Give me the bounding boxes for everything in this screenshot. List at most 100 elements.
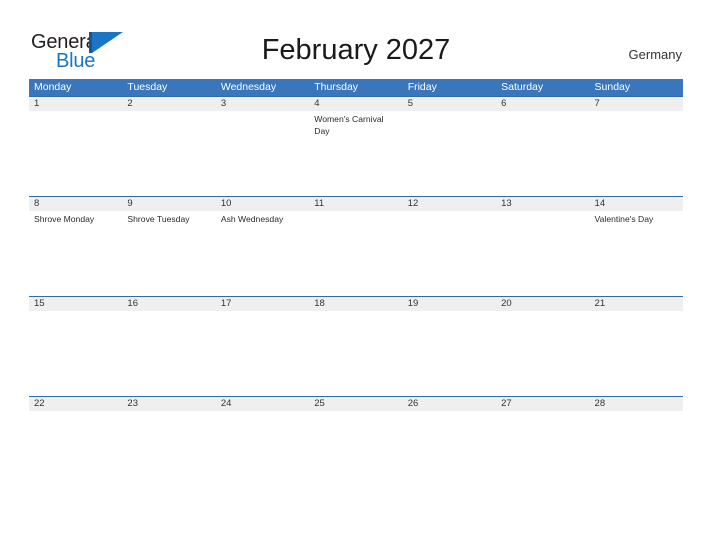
calendar-day-cell[interactable]: 2 — [122, 97, 215, 137]
day-events — [595, 111, 683, 114]
day-events — [501, 311, 589, 314]
day-events — [221, 111, 309, 114]
calendar-day-cell[interactable]: 12 — [403, 197, 496, 226]
page-header: General Blue February 2027 Germany — [0, 0, 712, 78]
day-number: 15 — [34, 298, 45, 309]
calendar-day-cell[interactable]: 15 — [29, 297, 122, 314]
day-events — [501, 411, 589, 414]
day-number: 27 — [501, 398, 512, 409]
day-events — [34, 311, 122, 314]
calendar-day-cell[interactable]: 3 — [216, 97, 309, 137]
day-number: 14 — [594, 198, 606, 209]
day-number: 9 — [127, 198, 133, 209]
calendar-day-cell[interactable]: 28 — [590, 397, 683, 414]
calendar-day-cell[interactable]: 6 — [496, 97, 589, 137]
holiday-label: Shrove Monday — [34, 214, 95, 224]
calendar-day-cell[interactable]: 7 — [590, 97, 683, 137]
weekday-header-saturday: Saturday — [501, 81, 544, 93]
day-events — [314, 311, 402, 314]
calendar-day-cell[interactable]: 25 — [309, 397, 402, 414]
calendar-day-cell[interactable]: 19 — [403, 297, 496, 314]
calendar-weeks: 1 2 3 4 Women's Carnival Day 5 6 7 8 Shrove Monda… — [29, 96, 683, 492]
day-number: 20 — [501, 298, 512, 309]
calendar-day-cell[interactable]: 8 Shrove Monday — [29, 197, 122, 226]
weekday-header-monday: Monday — [34, 81, 72, 93]
day-events: Ash Wednesday — [221, 211, 309, 226]
day-events — [595, 311, 683, 314]
calendar-day-cell[interactable]: 23 — [122, 397, 215, 414]
day-number: 8 — [34, 198, 40, 209]
day-number: 3 — [220, 98, 227, 109]
calendar-day-cell[interactable]: 11 — [309, 197, 402, 226]
calendar-day-cell[interactable]: 20 — [496, 297, 589, 314]
weekday-header-friday: Friday — [407, 81, 437, 93]
day-events — [408, 211, 496, 214]
day-events — [595, 411, 683, 414]
day-events — [221, 411, 309, 414]
week-days: 1 2 3 4 Women's Carnival Day 5 6 7 — [29, 97, 683, 137]
weekday-header-row: Monday Tuesday Wednesday Thursday Friday Satu… — [29, 79, 683, 96]
weekday-header-wednesday: Wednesday — [220, 81, 277, 93]
day-events: Shrove Tuesday — [127, 211, 215, 226]
calendar-day-cell[interactable]: 16 — [122, 297, 215, 314]
calendar-day-cell[interactable]: 18 — [309, 297, 402, 314]
day-number: 26 — [407, 398, 419, 409]
day-events — [127, 111, 215, 114]
calendar-day-cell[interactable]: 24 — [216, 397, 309, 414]
country-label: Germany — [628, 47, 682, 62]
calendar-day-cell[interactable]: 26 — [403, 397, 496, 414]
day-events — [408, 411, 496, 414]
calendar-day-cell[interactable]: 22 — [29, 397, 122, 414]
day-number: 18 — [314, 298, 325, 309]
page-title: February 2027 — [261, 34, 451, 66]
calendar-day-cell[interactable]: 27 — [496, 397, 589, 414]
day-number: 6 — [501, 98, 507, 109]
day-number: 22 — [34, 398, 45, 409]
day-number: 7 — [594, 98, 600, 109]
holiday-label: Shrove Tuesday — [127, 214, 190, 224]
day-events: Valentine's Day — [595, 211, 683, 226]
calendar-day-cell[interactable]: 9 Shrove Tuesday — [122, 197, 215, 226]
day-events — [34, 111, 122, 114]
calendar-day-cell[interactable]: 14 Valentine's Day — [590, 197, 683, 226]
day-number: 23 — [127, 398, 138, 409]
day-events — [501, 111, 589, 114]
day-events — [221, 311, 309, 314]
day-number: 24 — [220, 398, 232, 409]
calendar-grid: Monday Tuesday Wednesday Thursday Friday Satu… — [29, 79, 683, 492]
calendar-day-cell[interactable]: 5 — [403, 97, 496, 137]
day-events — [501, 211, 589, 214]
day-number: 25 — [314, 398, 325, 409]
day-number: 10 — [220, 198, 232, 209]
weekday-header-sunday: Sunday — [594, 81, 631, 93]
weekday-header-tuesday: Tuesday — [127, 81, 168, 93]
calendar-week-row: 15 16 17 18 19 20 21 — [29, 296, 683, 396]
day-number: 4 — [314, 98, 320, 109]
week-days: 15 16 17 18 19 20 21 — [29, 297, 683, 314]
day-events: Shrove Monday — [34, 211, 122, 226]
day-number: 2 — [127, 98, 133, 109]
day-number: 5 — [407, 98, 413, 109]
day-events — [314, 411, 402, 414]
calendar-day-cell[interactable]: 1 — [29, 97, 122, 137]
calendar-day-cell[interactable]: 10 Ash Wednesday — [216, 197, 309, 226]
calendar-day-cell[interactable]: 13 — [496, 197, 589, 226]
week-days: 8 Shrove Monday 9 Shrove Tuesday 10 Ash Wedne… — [29, 197, 683, 226]
day-events — [314, 211, 402, 214]
calendar-day-cell[interactable]: 17 — [216, 297, 309, 314]
day-number: 16 — [127, 298, 138, 309]
holiday-label: Ash Wednesday — [220, 214, 284, 224]
holiday-label: Valentine's Day — [594, 214, 654, 224]
calendar-day-cell[interactable]: 21 — [590, 297, 683, 314]
day-number: 11 — [314, 198, 325, 209]
day-number: 12 — [407, 198, 419, 209]
day-events: Women's Carnival Day — [314, 111, 402, 137]
day-events — [408, 311, 496, 314]
calendar-week-row: 1 2 3 4 Women's Carnival Day 5 6 7 — [29, 96, 683, 196]
weekday-header-thursday: Thursday — [314, 81, 359, 93]
calendar-day-cell[interactable]: 4 Women's Carnival Day — [309, 97, 402, 137]
day-events — [127, 311, 215, 314]
holiday-label: Women's Carnival Day — [314, 114, 384, 136]
week-days: 22 23 24 25 26 27 28 — [29, 397, 683, 414]
day-number: 19 — [407, 298, 419, 309]
